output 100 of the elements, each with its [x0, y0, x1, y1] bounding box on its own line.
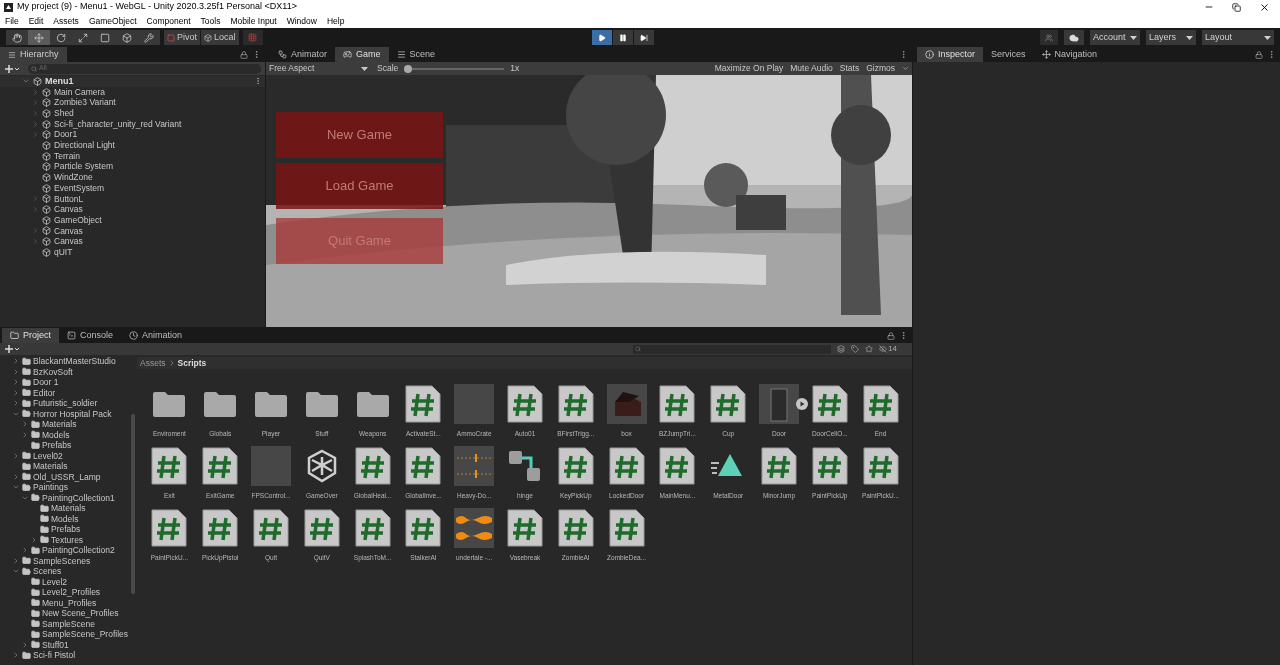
hierarchy-item[interactable]: Door1 [54, 128, 78, 142]
add-button[interactable] [4, 63, 20, 74]
more-icon[interactable] [899, 50, 908, 59]
folder-label[interactable]: Materials [42, 419, 77, 430]
cloud-button[interactable] [1064, 30, 1084, 45]
folder-label[interactable]: Stuff01 [42, 639, 69, 650]
menu-item[interactable]: Component [146, 14, 191, 28]
step-button[interactable] [633, 30, 654, 45]
folder-label[interactable]: Scenes [33, 566, 62, 577]
folder-label[interactable]: PaintingCollection1 [42, 492, 115, 503]
hierarchy-item[interactable]: Particle System [54, 160, 114, 174]
folder-label[interactable]: SampleScenes [33, 555, 91, 566]
lock-icon[interactable] [1255, 50, 1263, 59]
play-circle-icon[interactable] [795, 398, 808, 410]
game-view-option[interactable]: Mute Audio [790, 62, 833, 75]
folder-label[interactable]: Menu_Profiles [42, 597, 97, 608]
search-field[interactable] [633, 344, 831, 354]
hierarchy-item[interactable]: Terrain [54, 149, 80, 163]
folder-label[interactable]: Sci-fi Pistol [33, 650, 76, 661]
toolbar-dropdown[interactable]: Account [1090, 30, 1140, 45]
scale-slider[interactable] [404, 64, 505, 73]
pivot-button[interactable]: Pivot [164, 30, 200, 45]
hierarchy-item[interactable]: Sci-fi_character_unity_red Variant [54, 117, 182, 131]
play-button[interactable] [591, 30, 612, 45]
menu-item[interactable]: Edit [28, 14, 44, 28]
tool-button[interactable] [50, 30, 72, 45]
menu-item[interactable]: Tools [200, 14, 221, 28]
breadcrumb-link[interactable]: Scripts [177, 356, 207, 370]
folder-label[interactable]: Level2 [42, 576, 68, 587]
scrollbar[interactable] [131, 414, 135, 594]
toolbar-dropdown[interactable]: Layout [1202, 30, 1274, 45]
menu-item[interactable]: Mobile Input [230, 14, 277, 28]
hidden-icon[interactable] [879, 345, 887, 353]
folder-label[interactable]: Textures [51, 534, 84, 545]
hierarchy-item[interactable]: Directional Light [54, 139, 115, 152]
folder-label[interactable]: Materials [33, 461, 68, 472]
menu-item[interactable]: Window [286, 14, 317, 28]
panel-tab[interactable]: Services [983, 47, 1034, 62]
panel-tab[interactable]: Console [59, 328, 122, 343]
hierarchy-item[interactable]: GameObject [54, 213, 102, 227]
pause-button[interactable] [612, 30, 633, 45]
collab-button[interactable] [1040, 30, 1058, 45]
hierarchy-item[interactable]: WindZone [54, 171, 93, 184]
panel-tab[interactable]: Hierarchy [0, 47, 67, 62]
menu-item[interactable]: File [5, 14, 19, 28]
folder-label[interactable]: Level02 [33, 450, 63, 461]
folder-label[interactable]: BlackantMasterStudio [33, 356, 116, 367]
lock-icon[interactable] [887, 331, 895, 340]
game-menu-button[interactable]: Load Game [276, 163, 443, 209]
game-view-option[interactable]: Gizmos [866, 62, 895, 75]
aspect-dropdown[interactable]: Free Aspect [266, 62, 371, 75]
folder-label[interactable]: Futuristic_soldier [33, 398, 98, 409]
game-menu-button[interactable]: New Game [276, 112, 443, 158]
menu-item[interactable]: GameObject [88, 14, 137, 28]
folder-label[interactable]: Models [51, 513, 79, 524]
folder-label[interactable]: BzKovSoft [33, 366, 73, 377]
tool-button[interactable] [6, 30, 28, 45]
toolbar-dropdown[interactable]: Layers [1146, 30, 1196, 45]
hierarchy-item[interactable]: Canvas [54, 224, 83, 238]
more-icon[interactable] [899, 331, 908, 340]
add-button[interactable] [4, 344, 20, 354]
lock-icon[interactable] [240, 50, 248, 59]
panel-tab[interactable]: Project [2, 328, 59, 343]
more-icon[interactable] [254, 77, 262, 86]
label-icon[interactable] [851, 345, 859, 353]
panel-tab[interactable]: Animator [270, 47, 335, 62]
folder-label[interactable]: Horror Hospital Pack [33, 408, 112, 419]
folder-label[interactable]: Level2_Profiles [42, 587, 101, 598]
tool-button[interactable] [28, 30, 50, 45]
folder-label[interactable]: Editor [33, 387, 56, 398]
panel-tab[interactable]: Inspector [917, 47, 984, 62]
folder-label[interactable]: Door 1 [33, 377, 59, 388]
filter-type-icon[interactable] [837, 345, 845, 353]
breadcrumb-link[interactable]: Assets [140, 356, 166, 370]
folder-label[interactable]: SampleScene_Profiles [42, 629, 128, 640]
more-icon[interactable] [1267, 50, 1276, 59]
tool-button[interactable] [138, 30, 160, 45]
hierarchy-item[interactable]: EventSystem [54, 181, 105, 195]
hierarchy-item[interactable]: Zombie3 Variant [54, 96, 116, 110]
folder-label[interactable]: PaintingCollection2 [42, 545, 115, 556]
slider-thumb[interactable] [404, 64, 413, 73]
game-view-option[interactable]: Maximize On Play [714, 62, 784, 75]
panel-tab[interactable]: Game [335, 47, 389, 62]
grid-snap-button[interactable] [242, 30, 263, 45]
hierarchy-item[interactable]: Shed [54, 107, 74, 120]
panel-tab[interactable]: Scene [388, 47, 444, 62]
more-icon[interactable] [252, 50, 261, 59]
panel-tab[interactable]: Navigation [1033, 47, 1106, 62]
hierarchy-item[interactable]: Canvas [54, 203, 83, 216]
folder-label[interactable]: New Scene_Profiles [42, 608, 119, 619]
game-view-option[interactable]: Stats [839, 62, 860, 75]
restore-icon[interactable] [1232, 2, 1241, 12]
local-button[interactable]: Local [201, 30, 239, 45]
folder-label[interactable]: Prefabs [51, 524, 81, 535]
hierarchy-item[interactable]: ButtonL [54, 192, 84, 206]
panel-tab[interactable]: Animation [121, 328, 191, 343]
favorite-icon[interactable] [865, 345, 873, 353]
menu-item[interactable]: Help [326, 14, 345, 28]
close-icon[interactable] [1259, 1, 1270, 13]
folder-label[interactable]: Prefabs [42, 440, 72, 451]
